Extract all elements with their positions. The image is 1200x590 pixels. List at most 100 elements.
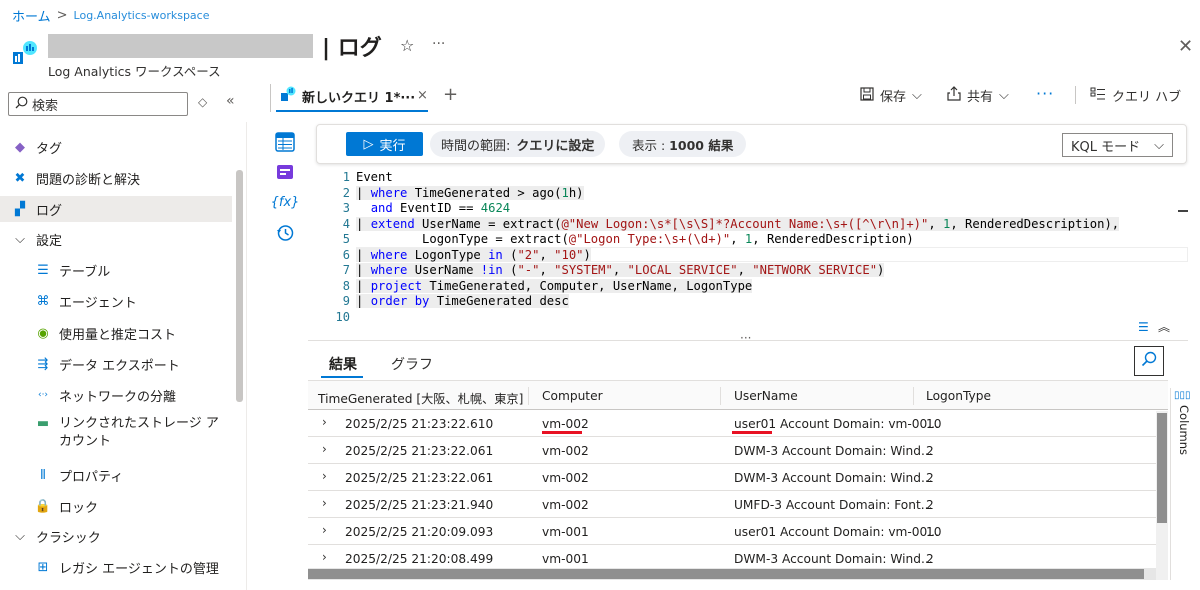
chevron-down-icon: ⌵ bbox=[912, 88, 922, 103]
pane-splitter[interactable] bbox=[308, 340, 1188, 341]
format-query-icon[interactable]: ☰ bbox=[1138, 320, 1149, 334]
cell-timegenerated: 2025/2/25 21:23:22.061 bbox=[345, 444, 494, 458]
sidebar-item-5[interactable]: ☰ テーブル bbox=[0, 257, 232, 283]
sort-updown-icon[interactable]: ◇ bbox=[198, 95, 207, 109]
chevron-down-icon: ⌵ bbox=[15, 528, 25, 544]
tab-graph[interactable]: グラフ bbox=[391, 354, 433, 374]
nav-divider bbox=[246, 122, 247, 590]
cell-computer: vm-002 bbox=[542, 471, 589, 485]
save-icon bbox=[860, 86, 874, 105]
sidebar-item-4[interactable]: ⌵ 設定 bbox=[0, 226, 232, 252]
sidebar-item-label: ログ bbox=[36, 203, 63, 219]
editor-line-number: 4 bbox=[342, 216, 350, 231]
close-blade-button[interactable]: ✕ bbox=[1178, 36, 1193, 57]
nav-search-placeholder: 検索 bbox=[32, 98, 59, 114]
col-header-username[interactable]: UserName bbox=[734, 389, 798, 403]
save-button[interactable]: 保存 ⌵ bbox=[860, 86, 922, 105]
nav-search-input[interactable]: 検索 bbox=[8, 92, 188, 116]
chevron-down-icon: ⌵ bbox=[999, 88, 1009, 103]
result-limit-pill[interactable]: 表示 : 1000 結果 bbox=[619, 131, 747, 157]
wrench-icon: ✖ bbox=[14, 170, 26, 186]
table-row[interactable]: › 2025/2/25 21:23:22.061 vm-002 DWM-3 Accou… bbox=[308, 437, 1156, 464]
sidebar-item-7[interactable]: ◉ 使用量と推定コスト bbox=[0, 320, 232, 346]
cell-logontype: 2 bbox=[926, 444, 934, 458]
results-search-button[interactable] bbox=[1134, 346, 1164, 376]
table-row[interactable]: › 2025/2/25 21:23:21.940 vm-002 UMFD-3 Acco… bbox=[308, 491, 1156, 518]
expand-row-chevron-icon[interactable]: › bbox=[322, 496, 327, 510]
sidebar-item-12[interactable]: 🔒 ロック bbox=[0, 493, 232, 519]
sidebar-item-15[interactable]: ▤従来のアクティビティ ログ bbox=[0, 585, 232, 590]
query-editor[interactable]: 1 2 3 4 5 6 7 8 9 10 Event | where TimeGenerated >… bbox=[308, 170, 1188, 330]
share-button[interactable]: 共有 ⌵ bbox=[947, 86, 1009, 105]
expand-row-chevron-icon[interactable]: › bbox=[322, 469, 327, 483]
col-resize-handle[interactable] bbox=[913, 387, 914, 405]
sidebar-item-14[interactable]: ⊞ レガシ エージェントの管理 bbox=[0, 554, 232, 580]
close-tab-icon[interactable]: × bbox=[417, 88, 428, 103]
pane-splitter-handle[interactable]: ··· bbox=[740, 331, 751, 345]
nav-scrollbar[interactable] bbox=[236, 170, 243, 402]
expand-row-chevron-icon[interactable]: › bbox=[322, 523, 327, 537]
tab-new-query-1[interactable]: 新しいクエリ 1*··· bbox=[280, 86, 415, 106]
properties-icon: ⦀ bbox=[40, 467, 46, 483]
tab-results[interactable]: 結果 bbox=[329, 354, 357, 374]
table-row[interactable]: › 2025/2/25 21:23:22.610 vm-002 user01 Acco… bbox=[308, 410, 1156, 437]
col-header-logontype[interactable]: LogonType bbox=[926, 389, 991, 403]
sidebar-item-9[interactable]: ‹·› ネットワークの分離 bbox=[0, 382, 232, 408]
queries-icon[interactable] bbox=[274, 161, 296, 183]
sidebar-item-10[interactable]: ▬ リンクされたストレージ アカウント bbox=[0, 413, 232, 453]
editor-code-line: Event bbox=[356, 170, 393, 184]
add-tab-button[interactable]: + bbox=[443, 84, 458, 105]
grid-horizontal-scroll-thumb[interactable] bbox=[308, 569, 1144, 579]
sidebar-item-8[interactable]: ⇶ データ エクスポート bbox=[0, 351, 232, 377]
expand-row-chevron-icon[interactable]: › bbox=[322, 415, 327, 429]
breadcrumb-home-link[interactable]: ホーム bbox=[12, 6, 51, 25]
time-range-pill[interactable]: 時間の範囲: クエリに設定 bbox=[430, 131, 606, 157]
breadcrumb: ホーム > Log.Analytics-workspace bbox=[12, 6, 209, 25]
run-button[interactable]: ▷ 実行 bbox=[346, 132, 423, 156]
query-history-icon[interactable] bbox=[274, 222, 296, 244]
header-more-button[interactable]: ··· bbox=[432, 36, 445, 52]
tag-icon: ◆ bbox=[15, 139, 25, 155]
functions-icon[interactable]: {fx} bbox=[271, 191, 300, 213]
sidebar-item-6[interactable]: ⌘ エージェント bbox=[0, 288, 232, 314]
sidebar-item-label: レガシ エージェントの管理 bbox=[59, 561, 219, 577]
expand-row-chevron-icon[interactable]: › bbox=[322, 550, 327, 564]
col-header-computer[interactable]: Computer bbox=[542, 389, 603, 403]
collapse-editor-icon[interactable]: ︽ bbox=[1158, 318, 1170, 335]
table-row[interactable]: › 2025/2/25 21:20:09.093 vm-001 user01 Acco… bbox=[308, 518, 1156, 545]
col-resize-handle[interactable] bbox=[528, 387, 529, 405]
sidebar-item-11[interactable]: ⦀ プロパティ bbox=[0, 462, 232, 488]
table-row[interactable]: › 2025/2/25 21:23:22.061 vm-002 DWM-3 Accou… bbox=[308, 464, 1156, 491]
expand-row-chevron-icon[interactable]: › bbox=[322, 442, 327, 456]
kql-mode-value: KQL モード bbox=[1071, 139, 1141, 155]
cell-logontype: 2 bbox=[926, 471, 934, 485]
annotation-underline bbox=[732, 431, 772, 434]
sidebar-item-label: ロック bbox=[59, 500, 99, 516]
usage-icon: ◉ bbox=[37, 325, 49, 341]
sidebar-item-13[interactable]: ⌵ クラシック bbox=[0, 523, 232, 549]
breadcrumb-workspace-link[interactable]: Log.Analytics-workspace bbox=[74, 9, 210, 22]
collapse-nav-icon[interactable]: « bbox=[226, 93, 235, 109]
sidebar-item-2[interactable]: ✖ 問題の診断と解決 bbox=[0, 165, 232, 191]
cell-computer: vm-002 bbox=[542, 498, 589, 512]
editor-code-line: and EventID == 4624 bbox=[370, 201, 511, 215]
kql-mode-dropdown[interactable]: KQL モード ⌵ bbox=[1062, 133, 1173, 157]
tables-schema-icon[interactable] bbox=[274, 131, 296, 153]
grid-vertical-scroll-thumb[interactable] bbox=[1157, 413, 1167, 523]
query-tab-icon bbox=[280, 86, 296, 106]
sidebar-item-1[interactable]: ◆ タグ bbox=[0, 134, 232, 160]
cell-computer: vm-002 bbox=[542, 417, 589, 431]
col-resize-handle[interactable] bbox=[720, 387, 721, 405]
toolbar-divider bbox=[1075, 86, 1076, 104]
favorite-star-icon[interactable]: ☆ bbox=[400, 36, 414, 55]
columns-panel-label[interactable]: Columns bbox=[1177, 405, 1191, 455]
toolbar-more-button[interactable]: ··· bbox=[1036, 84, 1054, 103]
cell-username: user01 Account Domain: vm-00... bbox=[734, 525, 939, 539]
col-header-timegenerated[interactable]: TimeGenerated [大阪、札幌、東京] bbox=[318, 389, 523, 407]
editor-code-line: | order by TimeGenerated desc bbox=[356, 294, 569, 308]
sidebar-item-3[interactable]: ▞ ログ bbox=[0, 196, 232, 222]
editor-code-line: | extend UserName = extract(@"New Logon:… bbox=[356, 216, 1120, 231]
query-hub-button[interactable]: クエリ ハブ bbox=[1090, 86, 1181, 105]
editor-code-line: | project TimeGenerated, Computer, UserN… bbox=[356, 278, 753, 293]
search-icon bbox=[1141, 351, 1157, 371]
